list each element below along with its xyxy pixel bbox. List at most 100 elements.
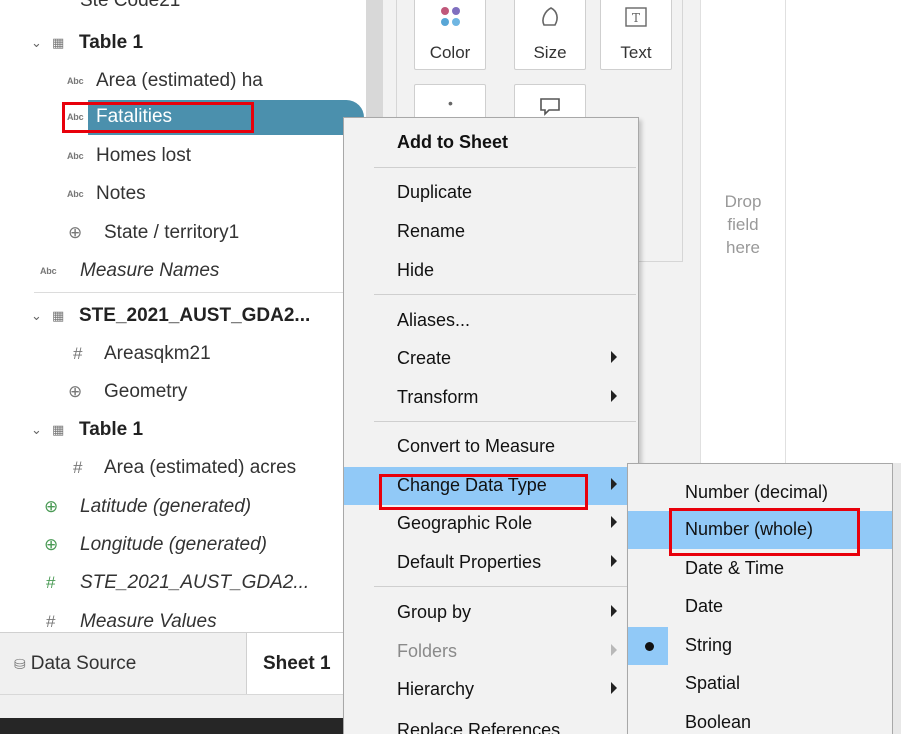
data-pane: Ste Code21 ⌄ ▦ Table 1 Abc Area (estimat… bbox=[0, 0, 383, 632]
table-name: Table 1 bbox=[79, 419, 144, 440]
table-icon: ▦ bbox=[52, 308, 65, 323]
field-label: STE_2021_AUST_GDA2... bbox=[80, 572, 310, 593]
menu-item-label: Duplicate bbox=[397, 182, 473, 202]
table-name: STE_2021_AUST_GDA2... bbox=[79, 305, 311, 326]
tab-label: Data Source bbox=[30, 653, 137, 674]
data-type-spatial[interactable]: Spatial bbox=[628, 665, 892, 703]
menu-item-hierarchy[interactable]: Hierarchy bbox=[344, 671, 638, 709]
menu-item-duplicate[interactable]: Duplicate bbox=[344, 174, 638, 212]
field-label: Latitude (generated) bbox=[80, 496, 252, 517]
table-name: Table 1 bbox=[79, 32, 144, 53]
checked-indicator bbox=[628, 627, 668, 665]
data-type-number-decimal[interactable]: Number (decimal) bbox=[628, 474, 892, 512]
submenu-arrow-icon bbox=[611, 516, 617, 528]
number-type-icon: # bbox=[73, 344, 83, 363]
submenu-arrow-icon bbox=[611, 351, 617, 363]
globe-icon: ⊕ bbox=[68, 382, 83, 401]
chevron-down-icon[interactable]: ⌄ bbox=[31, 308, 42, 324]
menu-item-rename[interactable]: Rename bbox=[344, 213, 638, 251]
menu-separator bbox=[374, 421, 636, 422]
data-type-date[interactable]: Date bbox=[628, 588, 892, 626]
number-type-icon: # bbox=[46, 573, 56, 592]
menu-item-transform[interactable]: Transform bbox=[344, 379, 638, 417]
text-button[interactable]: T Text bbox=[600, 0, 672, 70]
submenu-arrow-icon bbox=[611, 644, 617, 656]
field-label: Measure Names bbox=[80, 260, 220, 281]
data-type-string[interactable]: String bbox=[628, 627, 892, 665]
menu-item-default-properties[interactable]: Default Properties bbox=[344, 544, 638, 582]
color-label: Color bbox=[429, 43, 471, 62]
menu-item-label: Transform bbox=[397, 387, 479, 407]
chevron-down-icon[interactable]: ⌄ bbox=[31, 35, 42, 51]
string-type-icon: Abc bbox=[40, 266, 57, 276]
field-label: Homes lost bbox=[96, 145, 192, 166]
field-context-menu: Add to Sheet Duplicate Rename Hide Alias… bbox=[343, 117, 639, 734]
size-label: Size bbox=[533, 43, 567, 62]
drop-hint-line: here bbox=[725, 238, 761, 257]
menu-item-label: Hierarchy bbox=[397, 679, 475, 699]
menu-item-add-to-sheet[interactable]: Add to Sheet bbox=[344, 124, 638, 162]
menu-item-create[interactable]: Create bbox=[344, 340, 638, 378]
field-label: Longitude (generated) bbox=[80, 534, 267, 555]
annotation-highlight-box bbox=[379, 474, 588, 510]
annotation-highlight-box bbox=[62, 102, 254, 133]
submenu-arrow-icon bbox=[611, 478, 617, 490]
submenu-scrollbar[interactable] bbox=[893, 463, 901, 734]
size-icon bbox=[515, 5, 585, 35]
submenu-item-label: Date & Time bbox=[685, 558, 785, 578]
submenu-item-label: Number (decimal) bbox=[685, 482, 829, 502]
field-label: Areasqkm21 bbox=[104, 343, 211, 364]
drop-hint-line: field bbox=[727, 215, 759, 234]
menu-item-label: Hide bbox=[397, 260, 435, 280]
annotation-highlight-box bbox=[669, 508, 860, 556]
field-label: State / territory1 bbox=[104, 222, 240, 243]
svg-text:T: T bbox=[632, 11, 640, 25]
table-icon: ▦ bbox=[52, 422, 65, 437]
menu-separator bbox=[374, 586, 636, 587]
menu-item-label: Group by bbox=[397, 602, 472, 622]
submenu-arrow-icon bbox=[611, 605, 617, 617]
menu-item-label: Convert to Measure bbox=[397, 436, 556, 456]
menu-item-label: Create bbox=[397, 348, 452, 368]
tab-data-source[interactable]: ⛁ Data Source bbox=[14, 633, 136, 695]
submenu-item-label: Date bbox=[685, 596, 724, 616]
menu-item-folders: Folders bbox=[344, 633, 638, 671]
menu-item-geographic-role[interactable]: Geographic Role bbox=[344, 505, 638, 543]
submenu-item-label: Spatial bbox=[685, 673, 741, 693]
submenu-arrow-icon bbox=[611, 555, 617, 567]
globe-icon: ⊕ bbox=[68, 223, 83, 242]
field-label: Geometry bbox=[104, 381, 188, 402]
field-label: Area (estimated) acres bbox=[104, 457, 297, 478]
menu-item-replace-references[interactable]: Replace References... bbox=[344, 712, 638, 734]
submenu-item-label: String bbox=[685, 635, 733, 655]
clipped-field-label[interactable]: Ste Code21 bbox=[80, 0, 180, 12]
text-icon: T bbox=[601, 7, 671, 33]
globe-icon: ⊕ bbox=[44, 497, 59, 516]
size-button[interactable]: Size bbox=[514, 0, 586, 70]
field-label: Measure Values bbox=[80, 611, 217, 632]
menu-item-group-by[interactable]: Group by bbox=[344, 594, 638, 632]
string-type-icon: Abc bbox=[67, 151, 84, 161]
table-icon: ▦ bbox=[52, 35, 65, 50]
drop-hint-line: Drop bbox=[724, 192, 762, 211]
chevron-down-icon[interactable]: ⌄ bbox=[31, 422, 42, 438]
menu-item-label: Add to Sheet bbox=[397, 132, 508, 152]
number-type-icon: # bbox=[73, 458, 83, 477]
submenu-item-label: Boolean bbox=[685, 712, 752, 732]
menu-item-label: Aliases... bbox=[397, 310, 471, 330]
color-button[interactable]: Color bbox=[414, 0, 486, 70]
tab-sheet-1[interactable]: Sheet 1 bbox=[246, 633, 346, 695]
menu-item-label: Default Properties bbox=[397, 552, 542, 572]
field-label: Notes bbox=[96, 183, 146, 204]
tab-label: Sheet 1 bbox=[263, 653, 331, 674]
menu-item-convert-to-measure[interactable]: Convert to Measure bbox=[344, 428, 638, 466]
drop-field-hint[interactable]: Drop field here bbox=[700, 190, 786, 259]
change-data-type-submenu: Number (decimal) Number (whole) Date & T… bbox=[627, 463, 893, 734]
data-type-boolean[interactable]: Boolean bbox=[628, 704, 892, 734]
string-type-icon: Abc bbox=[67, 76, 84, 86]
string-type-icon: Abc bbox=[67, 189, 84, 199]
menu-item-hide[interactable]: Hide bbox=[344, 252, 638, 290]
divider bbox=[34, 292, 364, 293]
menu-item-aliases[interactable]: Aliases... bbox=[344, 302, 638, 340]
submenu-arrow-icon bbox=[611, 390, 617, 402]
